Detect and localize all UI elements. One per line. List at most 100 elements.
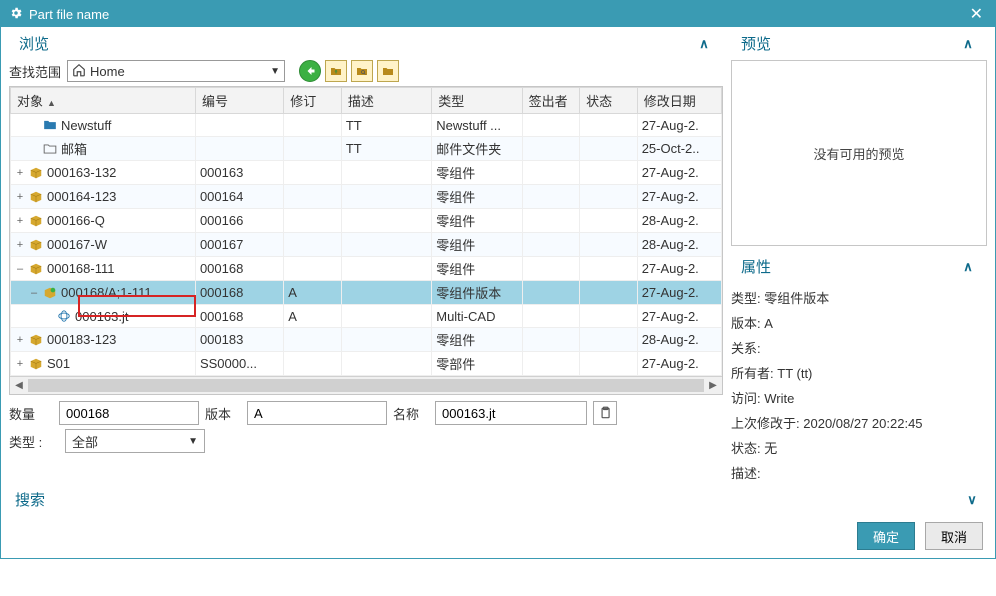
cell-date: 27-Aug-2. [637,352,721,376]
prop-value: 无 [764,441,777,456]
cell-num: 000168 [195,281,283,305]
cell-desc [341,305,431,328]
search-scope-label: 查找范围 [9,62,61,81]
ok-button[interactable]: 确定 [857,522,915,550]
name-input[interactable] [435,401,587,425]
row-name: S01 [47,356,70,371]
expand-toggle[interactable]: + [15,358,25,370]
expand-toggle[interactable]: + [15,239,25,251]
cell-type: 零组件 [432,161,522,185]
cell-desc: TT [341,114,431,137]
box-icon [28,237,44,253]
col-rev[interactable]: 修订 [284,88,342,114]
back-button[interactable] [299,60,321,82]
prop-label: 类型: [731,291,761,306]
cell-date: 25-Oct-2.. [637,137,721,161]
prop-value: A [764,316,773,331]
expand-toggle[interactable]: + [15,334,25,346]
table-row[interactable]: +000164-123000164零组件27-Aug-2. [11,185,722,209]
collapse-icon[interactable]: ∧ [959,36,977,52]
col-date[interactable]: 修改日期 [637,88,721,114]
browse-header[interactable]: 浏览 ∧ [9,29,723,58]
col-status[interactable]: 状态 [580,88,638,114]
table-row[interactable]: +000167-W000167零组件28-Aug-2. [11,233,722,257]
cell-type: 零组件 [432,257,522,281]
cell-rev [284,328,342,352]
col-type[interactable]: 类型 [432,88,522,114]
scroll-right-icon[interactable]: ▶ [704,377,722,395]
col-desc[interactable]: 描述 [341,88,431,114]
folder-button[interactable] [377,60,399,82]
home-icon [72,63,86,80]
expand-toggle[interactable]: + [15,215,25,227]
table-row[interactable]: NewstuffTTNewstuff ...27-Aug-2. [11,114,722,137]
cell-st [580,185,638,209]
collapse-icon[interactable]: ∧ [959,259,977,275]
mail-icon [42,141,58,157]
props-header[interactable]: 属性 ∧ [731,252,987,281]
col-checkout[interactable]: 签出者 [522,88,580,114]
qty-label: 数量 [9,404,53,423]
cell-type: 零组件 [432,233,522,257]
ver-input[interactable] [247,401,387,425]
cell-co [522,281,580,305]
table-row[interactable]: +000163-132000163零组件27-Aug-2. [11,161,722,185]
cell-date: 27-Aug-2. [637,185,721,209]
cell-type: 邮件文件夹 [432,137,522,161]
col-number[interactable]: 编号 [195,88,283,114]
prop-value: 2020/08/27 20:22:45 [803,416,922,431]
expand-toggle[interactable]: – [15,263,25,275]
collapse-icon[interactable]: ∧ [695,36,713,52]
table-row[interactable]: +S01SS0000...零部件27-Aug-2. [11,352,722,376]
cell-co [522,114,580,137]
cell-co [522,137,580,161]
type-select[interactable]: 全部 ▼ [65,429,205,453]
browse-panel: 浏览 ∧ 查找范围 Home ▼ [1,27,731,485]
cell-co [522,233,580,257]
browse-toolbar: 查找范围 Home ▼ [9,60,723,82]
clipboard-button[interactable] [593,401,617,425]
scroll-left-icon[interactable]: ◀ [10,377,28,395]
qty-input[interactable] [59,401,199,425]
table-row[interactable]: –000168-111000168零组件27-Aug-2. [11,257,722,281]
table-row[interactable]: 000163.jt000168AMulti-CAD27-Aug-2. [11,305,722,328]
row-name: 000163.jt [75,309,129,324]
row-name: 000164-123 [47,189,116,204]
cell-co [522,209,580,233]
chevron-down-icon: ▼ [188,436,198,447]
expand-toggle[interactable]: + [15,191,25,203]
table-row[interactable]: +000166-Q000166零组件28-Aug-2. [11,209,722,233]
search-header[interactable]: 搜索 ∨ [1,485,995,514]
table-row[interactable]: –000168/A;1-111000168A零组件版本27-Aug-2. [11,281,722,305]
location-text: Home [90,64,270,79]
preview-box: 没有可用的预览 [731,60,987,246]
cell-rev [284,161,342,185]
expand-icon[interactable]: ∨ [963,492,981,508]
preview-header[interactable]: 预览 ∧ [731,29,987,58]
expand-toggle[interactable]: – [29,287,39,299]
up-folder-button[interactable] [325,60,347,82]
scroll-thumb[interactable] [28,379,704,392]
cell-desc [341,161,431,185]
cell-date: 27-Aug-2. [637,161,721,185]
cell-rev [284,233,342,257]
horizontal-scrollbar[interactable]: ◀ ▶ [10,376,722,394]
cell-date: 27-Aug-2. [637,114,721,137]
cell-num: SS0000... [195,352,283,376]
location-select[interactable]: Home ▼ [67,60,285,82]
table-row[interactable]: 邮箱TT邮件文件夹25-Oct-2.. [11,137,722,161]
search-folder-button[interactable] [351,60,373,82]
prop-label: 状态: [731,441,761,456]
table-row[interactable]: +000183-123000183零组件28-Aug-2. [11,328,722,352]
cell-co [522,352,580,376]
expand-toggle[interactable]: + [15,167,25,179]
cancel-button[interactable]: 取消 [925,522,983,550]
prop-value: 零组件版本 [764,291,829,306]
jt-icon [56,308,72,324]
table-header-row: 对象 编号 修订 描述 类型 签出者 状态 修改日期 [11,88,722,114]
col-object[interactable]: 对象 [11,88,196,114]
close-icon[interactable]: ✕ [966,4,987,24]
cell-desc [341,281,431,305]
cell-st [580,328,638,352]
cell-num: 000168 [195,257,283,281]
